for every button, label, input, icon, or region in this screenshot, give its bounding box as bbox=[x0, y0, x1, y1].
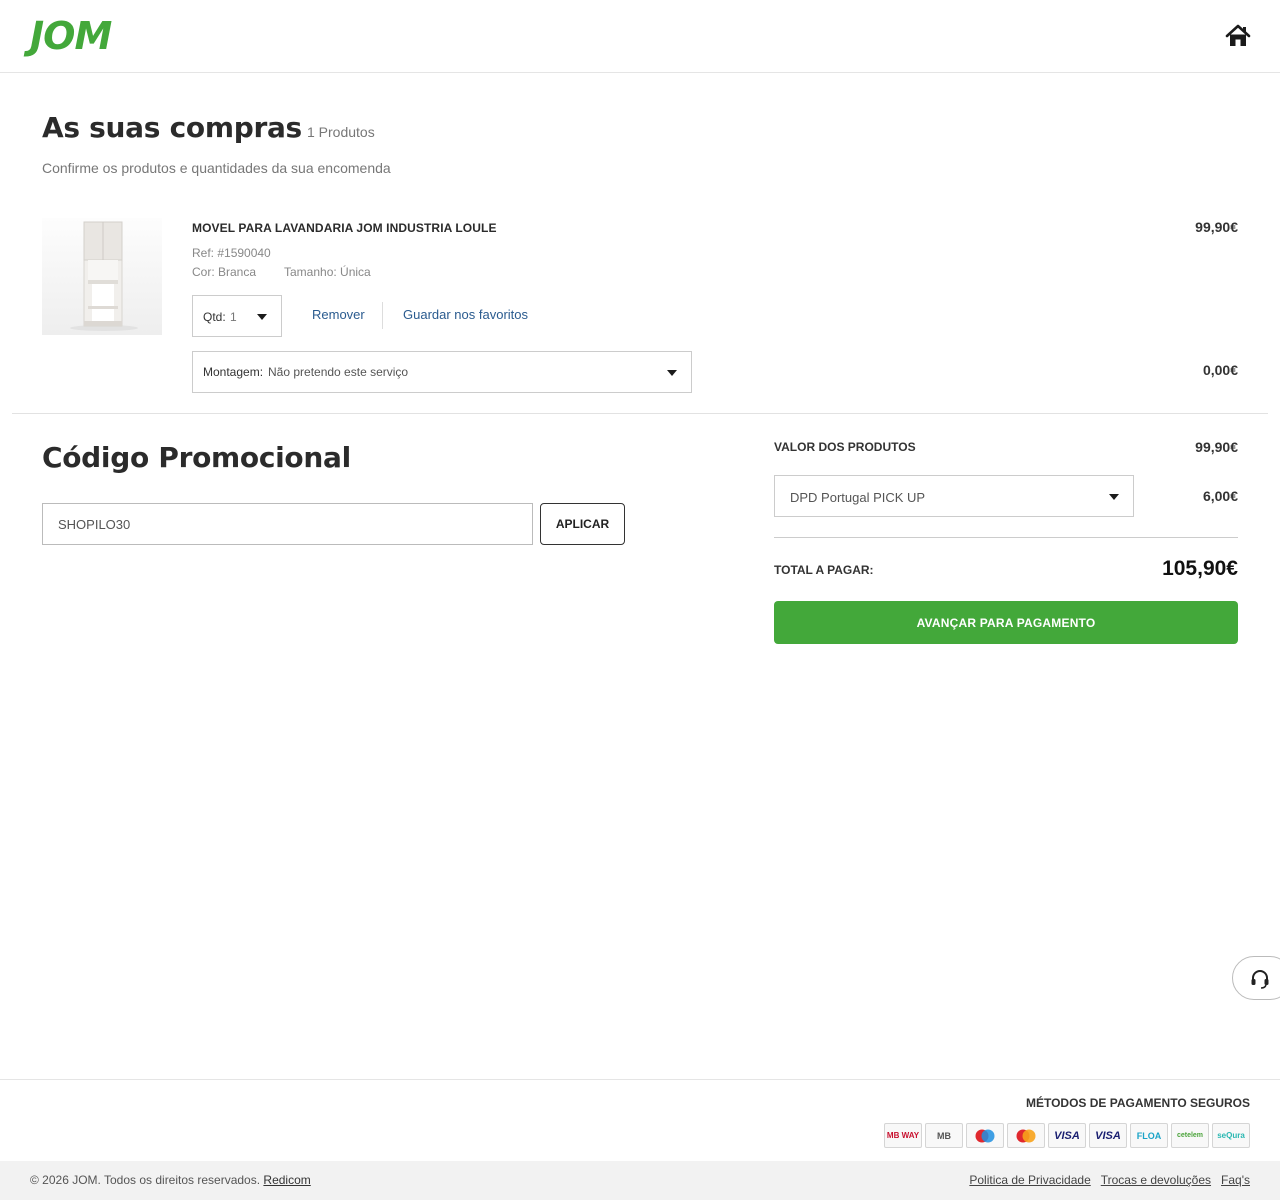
quantity-value: 1 bbox=[230, 310, 237, 324]
sequra-logo: seQura bbox=[1212, 1123, 1250, 1148]
assembly-label: Montagem: bbox=[203, 365, 264, 379]
cart-subtitle: Confirme os produtos e quantidades da su… bbox=[42, 160, 391, 176]
products-value: 99,90€ bbox=[1195, 439, 1238, 455]
chevron-down-icon bbox=[257, 314, 267, 320]
quantity-label: Qtd: bbox=[203, 310, 226, 324]
quantity-select[interactable]: Qtd: 1 bbox=[192, 295, 282, 337]
shipping-method-select[interactable]: DPD Portugal PICK UP bbox=[774, 475, 1134, 517]
cart-title: As suas compras bbox=[42, 111, 302, 144]
checkout-button[interactable]: AVANÇAR PARA PAGAMENTO bbox=[774, 601, 1238, 644]
product-name[interactable]: MOVEL PARA LAVANDARIA JOM INDUSTRIA LOUL… bbox=[192, 221, 497, 235]
payment-methods-title: MÉTODOS DE PAGAMENTO SEGUROS bbox=[1025, 1096, 1250, 1110]
headset-icon bbox=[1251, 970, 1269, 989]
redicom-link[interactable]: Redicom bbox=[263, 1173, 310, 1187]
returns-link[interactable]: Trocas e devoluções bbox=[1101, 1173, 1211, 1187]
apply-promo-button[interactable]: APLICAR bbox=[540, 503, 625, 545]
copyright-text: © 2026 JOM. Todos os direitos reservados… bbox=[30, 1173, 311, 1187]
cetelem-logo: cetelem bbox=[1171, 1123, 1209, 1148]
multibanco-logo: MB bbox=[925, 1123, 963, 1148]
product-size: Tamanho: Única bbox=[284, 265, 371, 279]
total-value: 105,90€ bbox=[1162, 557, 1238, 580]
payment-methods-logos: MB WAY MB VISA VISA FLOA cetelem seQura bbox=[884, 1123, 1250, 1148]
product-reference: Ref: #1590040 bbox=[192, 246, 271, 260]
privacy-policy-link[interactable]: Politica de Privacidade bbox=[969, 1173, 1090, 1187]
support-chat-button[interactable] bbox=[1232, 956, 1280, 1000]
product-price: 99,90€ bbox=[1195, 219, 1238, 235]
assembly-select[interactable]: Montagem: Não pretendo este serviço bbox=[192, 351, 692, 393]
promo-title: Código Promocional bbox=[42, 441, 351, 474]
visa-logo: VISA bbox=[1048, 1123, 1086, 1148]
section-divider bbox=[12, 413, 1268, 414]
site-header: JOM bbox=[0, 0, 1280, 73]
cart-product-count: 1 Produtos bbox=[307, 124, 375, 140]
footer-bottom: © 2026 JOM. Todos os direitos reservados… bbox=[0, 1161, 1280, 1200]
save-favorites-link[interactable]: Guardar nos favoritos bbox=[403, 307, 528, 322]
summary-divider bbox=[774, 537, 1238, 538]
copyright-label: © 2026 JOM. Todos os direitos reservados… bbox=[30, 1173, 261, 1187]
jom-logo[interactable]: JOM bbox=[30, 14, 112, 58]
remove-link[interactable]: Remover bbox=[312, 307, 365, 322]
chevron-down-icon bbox=[667, 370, 677, 376]
mbway-logo: MB WAY bbox=[884, 1123, 922, 1148]
mastercard-logo bbox=[1007, 1123, 1045, 1148]
product-image[interactable] bbox=[42, 218, 162, 335]
maestro-logo bbox=[966, 1123, 1004, 1148]
footer-payments: MÉTODOS DE PAGAMENTO SEGUROS MB WAY MB V… bbox=[0, 1079, 1280, 1161]
product-color: Cor: Branca bbox=[192, 265, 257, 279]
total-label: TOTAL A PAGAR: bbox=[774, 563, 874, 577]
floa-logo: FLOA bbox=[1130, 1123, 1168, 1148]
faqs-link[interactable]: Faq's bbox=[1221, 1173, 1250, 1187]
promo-code-input[interactable] bbox=[42, 503, 533, 545]
footer-links: Politica de Privacidade Trocas e devoluç… bbox=[969, 1173, 1250, 1187]
home-icon[interactable] bbox=[1224, 22, 1252, 50]
shipping-method-value: DPD Portugal PICK UP bbox=[790, 490, 926, 505]
shipping-price: 6,00€ bbox=[1202, 488, 1238, 504]
products-value-label: VALOR DOS PRODUTOS bbox=[774, 440, 916, 454]
assembly-price: 0,00€ bbox=[1202, 362, 1238, 378]
assembly-value: Não pretendo este serviço bbox=[268, 365, 409, 379]
link-divider bbox=[382, 302, 383, 329]
visa-electron-logo: VISA bbox=[1089, 1123, 1127, 1148]
